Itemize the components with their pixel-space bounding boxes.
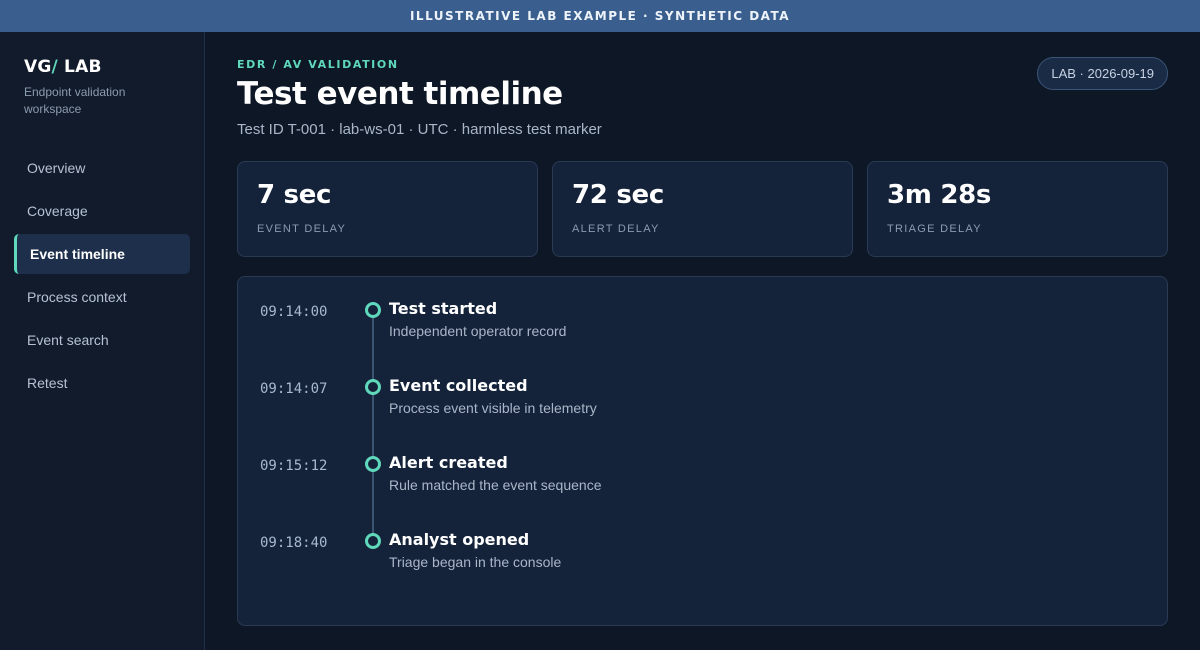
event-description: Independent operator record [389,323,567,339]
synthetic-data-banner: ILLUSTRATIVE LAB EXAMPLE · SYNTHETIC DAT… [0,0,1200,32]
stat-value: 7 sec [257,180,332,210]
sidebar-item-label: Event timeline [30,246,125,262]
event-description: Triage began in the console [389,554,562,570]
event-title: Analyst opened [389,530,530,549]
brand-subtitle: Endpoint validation workspace [24,85,126,116]
sidebar-item-process-context[interactable]: Process context [14,277,190,317]
page-subtitle: Test ID T-001 · lab-ws-01 · UTC · harmle… [237,121,602,138]
page-title: Test event timeline [237,76,563,112]
event-title: Event collected [389,376,528,395]
main-content: EDR / AV VALIDATION Test event timeline … [237,32,1168,650]
sidebar-item-event-search[interactable]: Event search [14,320,190,360]
stat-label: TRIAGE DELAY [887,223,982,235]
timeline-event[interactable]: 09:14:07 Event collected Process event v… [238,376,1167,438]
stat-card-alert-delay: 72 sec ALERT DELAY [552,161,853,257]
banner-text: ILLUSTRATIVE LAB EXAMPLE · SYNTHETIC DAT… [409,9,791,23]
sidebar-item-label: Event search [27,332,109,348]
sidebar-item-coverage[interactable]: Coverage [14,191,190,231]
stat-value: 72 sec [572,180,664,210]
stat-value: 3m 28s [887,180,992,210]
event-time: 09:14:00 [260,304,328,320]
brand-prefix: VG [24,57,52,77]
brand-suffix: LAB [57,57,102,77]
badge-label: LAB · 2026-09-19 [1051,66,1154,81]
stats-row: 7 sec EVENT DELAY 72 sec ALERT DELAY 3m … [237,161,1168,257]
event-title: Test started [389,299,498,318]
lab-date-badge: LAB · 2026-09-19 [1037,57,1168,90]
stat-label: EVENT DELAY [257,223,347,235]
event-time: 09:14:07 [260,381,328,397]
sidebar: VG/ LAB Endpoint validation workspace Ov… [0,32,205,650]
timeline-event[interactable]: 09:15:12 Alert created Rule matched the … [238,453,1167,515]
timeline-node-icon [365,302,381,318]
event-time: 09:15:12 [260,458,328,474]
event-description: Process event visible in telemetry [389,400,597,416]
sidebar-item-label: Overview [27,160,86,176]
sidebar-item-overview[interactable]: Overview [14,148,190,188]
timeline-node-icon [365,533,381,549]
event-time: 09:18:40 [260,535,328,551]
event-title: Alert created [389,453,508,472]
stat-card-triage-delay: 3m 28s TRIAGE DELAY [867,161,1168,257]
stat-label: ALERT DELAY [572,223,660,235]
sidebar-item-label: Coverage [27,203,88,219]
sidebar-nav: Overview Coverage Event timeline Process… [14,148,190,406]
timeline-node-icon [365,456,381,472]
section-eyebrow: EDR / AV VALIDATION [237,58,399,71]
sidebar-item-event-timeline[interactable]: Event timeline [14,234,190,274]
sidebar-item-label: Retest [27,375,68,391]
sidebar-item-retest[interactable]: Retest [14,363,190,403]
brand-logo[interactable]: VG/ LAB [24,57,102,77]
timeline-node-icon [365,379,381,395]
event-timeline: 09:14:00 Test started Independent operat… [237,276,1168,626]
event-description: Rule matched the event sequence [389,477,602,493]
timeline-event[interactable]: 09:18:40 Analyst opened Triage began in … [238,530,1167,592]
timeline-event[interactable]: 09:14:00 Test started Independent operat… [238,299,1167,361]
stat-card-event-delay: 7 sec EVENT DELAY [237,161,538,257]
sidebar-item-label: Process context [27,289,127,305]
